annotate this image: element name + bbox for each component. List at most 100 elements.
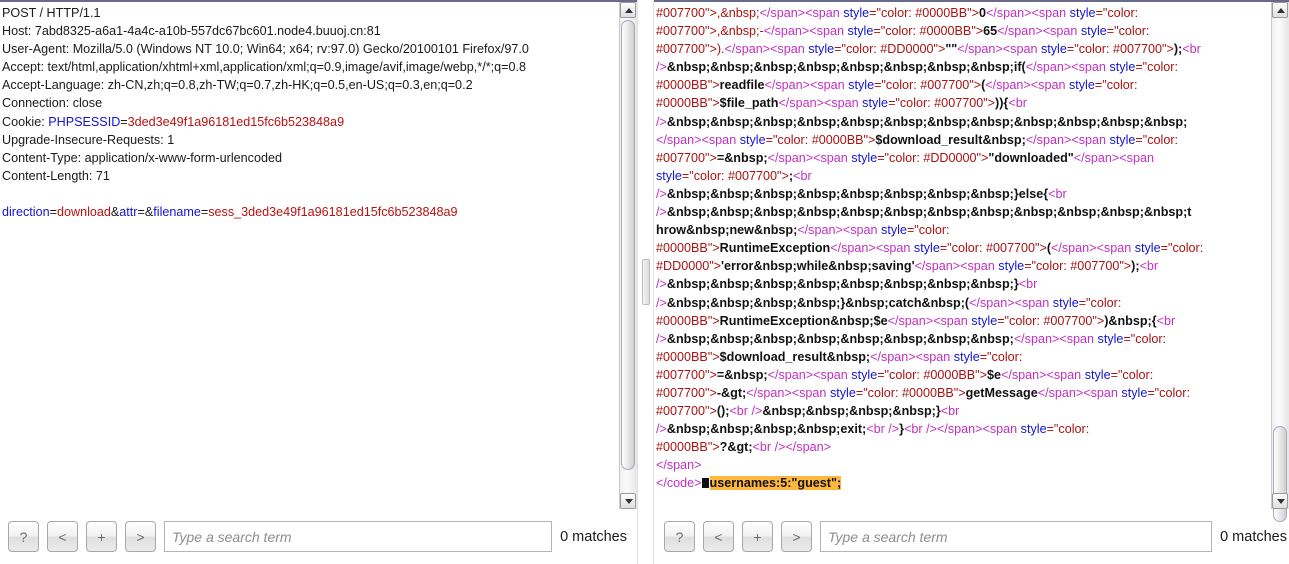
response-token: <br /> xyxy=(904,422,937,437)
response-token: </span> xyxy=(936,422,983,437)
response-token: <span xyxy=(842,223,882,238)
response-token: <span xyxy=(1030,78,1069,93)
request-token: Accept: text/html,application/xhtml+xml,… xyxy=(2,60,526,75)
search-previous-button[interactable]: < xyxy=(47,521,78,552)
response-token: ="color: #007700"> xyxy=(1024,259,1132,274)
request-token: Cookie: xyxy=(2,114,49,129)
response-token: </span> xyxy=(767,150,814,165)
response-line: hrow&nbsp;new&nbsp;</span><span style="c… xyxy=(656,221,1271,239)
response-line: #0000BB">?&gt;<br /></span> xyxy=(656,438,1271,456)
response-vertical-scrollbar[interactable] xyxy=(1271,2,1289,522)
triangle-down-icon xyxy=(625,499,633,504)
splitter-grip-handle[interactable] xyxy=(642,259,650,305)
response-token: <span xyxy=(1059,331,1098,346)
response-token: /> xyxy=(656,331,667,346)
response-line: #007700">,&nbsp;</span><span style="colo… xyxy=(656,4,1271,22)
response-token: &nbsp;&nbsp;&nbsp;&nbsp;&nbsp;&nbsp;&nbs… xyxy=(666,186,1049,201)
search-input[interactable] xyxy=(164,521,553,552)
response-token: &nbsp;&nbsp;&nbsp;&nbsp;&nbsp;&nbsp;&nbs… xyxy=(666,205,1192,220)
request-line: Content-Length: 71 xyxy=(2,167,619,185)
response-token: <br /> xyxy=(729,404,763,419)
response-token: <span xyxy=(770,42,809,57)
response-token: #007700"> xyxy=(656,385,717,400)
search-previous-button[interactable]: < xyxy=(703,521,734,552)
response-token: <span xyxy=(1002,42,1041,57)
response-token: </span> xyxy=(759,6,806,20)
request-token: Connection: close xyxy=(2,96,103,111)
response-token: <span xyxy=(809,24,848,39)
response-token: style xyxy=(851,367,878,382)
response-token: <span xyxy=(1046,367,1085,382)
response-token: #007700"> xyxy=(656,404,717,419)
response-token: style xyxy=(848,78,875,93)
response-token: </span> xyxy=(746,385,792,400)
response-token: /> xyxy=(656,277,667,292)
response-token: &nbsp;&nbsp;&nbsp;&nbsp;&nbsp;&nbsp;&nbs… xyxy=(666,277,1019,292)
response-line: #007700">=&nbsp;</span><span style="colo… xyxy=(656,149,1271,167)
response-token: ="color: xyxy=(1106,24,1150,39)
response-token: -&gt; xyxy=(716,385,747,400)
request-text-area[interactable]: POST / HTTP/1.1 Host: 7abd8325-a6a1-4a4c-… xyxy=(0,2,619,509)
match-count-label: 0 matches xyxy=(560,528,627,545)
scroll-down-button[interactable] xyxy=(1272,493,1288,509)
request-vertical-scrollbar[interactable] xyxy=(619,2,637,509)
response-token: style xyxy=(1020,422,1047,437)
response-token: /> xyxy=(656,422,667,437)
response-token: ="color: #0000BB"> xyxy=(869,6,979,20)
response-token: 65 xyxy=(983,24,998,39)
search-help-button[interactable]: ? xyxy=(664,521,695,552)
request-line: Host: 7abd8325-a6a1-4a4c-a10b-557dc67bc6… xyxy=(2,22,619,40)
request-token: sess_3ded3e49f1a96181ed15fc6b523848a9 xyxy=(208,204,458,219)
request-token: = xyxy=(49,204,57,219)
response-token: <span xyxy=(875,241,914,256)
search-add-button[interactable]: + xyxy=(86,521,117,552)
response-line: />&nbsp;&nbsp;&nbsp;&nbsp;&nbsp;&nbsp;&n… xyxy=(656,203,1271,221)
response-token: ="color: #007700"> xyxy=(888,96,996,111)
triangle-up-icon xyxy=(625,8,633,13)
response-token: </span> xyxy=(914,259,961,274)
search-next-button[interactable]: > xyxy=(125,521,156,552)
search-help-button[interactable]: ? xyxy=(8,521,39,552)
response-token: ="color: xyxy=(1095,6,1139,20)
response-token: style xyxy=(1052,295,1079,310)
search-input[interactable] xyxy=(820,521,1213,552)
response-line: />&nbsp;&nbsp;&nbsp;&nbsp;&nbsp;&nbsp;&n… xyxy=(656,185,1271,203)
response-token: &nbsp;&nbsp;&nbsp;&nbsp;}&nbsp;catch&nbs… xyxy=(666,295,970,310)
response-token: ); xyxy=(1173,42,1183,57)
response-token: </span> xyxy=(985,6,1032,20)
response-token: <span xyxy=(805,6,844,20)
response-line: #007700">-&gt;</span><span style="color:… xyxy=(656,384,1271,402)
response-token: <span xyxy=(823,96,863,111)
response-token: ="color: xyxy=(979,349,1023,364)
scroll-down-button[interactable] xyxy=(620,493,636,509)
response-token: ="color: xyxy=(1094,78,1138,93)
request-token: PHPSESSID xyxy=(48,114,121,129)
highlighted-token: usernames:5:"guest"; xyxy=(709,476,842,491)
response-token: ="color: #0000BB"> xyxy=(765,132,876,147)
response-line: />&nbsp;&nbsp;&nbsp;&nbsp;&nbsp;&nbsp;&n… xyxy=(656,58,1271,76)
search-add-button[interactable]: + xyxy=(742,521,773,552)
response-token: </span> xyxy=(830,241,876,256)
scroll-up-button[interactable] xyxy=(1272,2,1288,18)
scrollbar-thumb[interactable] xyxy=(621,20,635,470)
response-token: </span> xyxy=(1013,331,1060,346)
response-token: <br /> xyxy=(752,440,786,455)
scroll-up-button[interactable] xyxy=(620,2,636,18)
response-token: <span xyxy=(813,150,852,165)
response-token: /> xyxy=(656,60,667,75)
response-token: style xyxy=(851,150,878,165)
response-line: #007700">();<br />&nbsp;&nbsp;&nbsp;&nbs… xyxy=(656,402,1271,420)
response-token: /> xyxy=(656,186,667,201)
triangle-up-icon xyxy=(1277,8,1285,13)
panel-splitter[interactable] xyxy=(637,0,654,564)
response-token: <br xyxy=(1018,277,1038,292)
search-next-button[interactable]: > xyxy=(781,521,812,552)
response-token: ); xyxy=(1131,259,1140,274)
response-token: <br xyxy=(1048,186,1067,201)
response-text-area[interactable]: #007700">,&nbsp;</span><span style="colo… xyxy=(654,2,1271,509)
response-token: ="color: #DD0000"> xyxy=(834,42,946,57)
response-token: <span xyxy=(1042,24,1081,39)
response-line: #007700">=&nbsp;</span><span style="colo… xyxy=(656,366,1271,384)
response-token: ="color: xyxy=(1147,385,1190,400)
response-token: #0000BB"> xyxy=(656,349,720,364)
